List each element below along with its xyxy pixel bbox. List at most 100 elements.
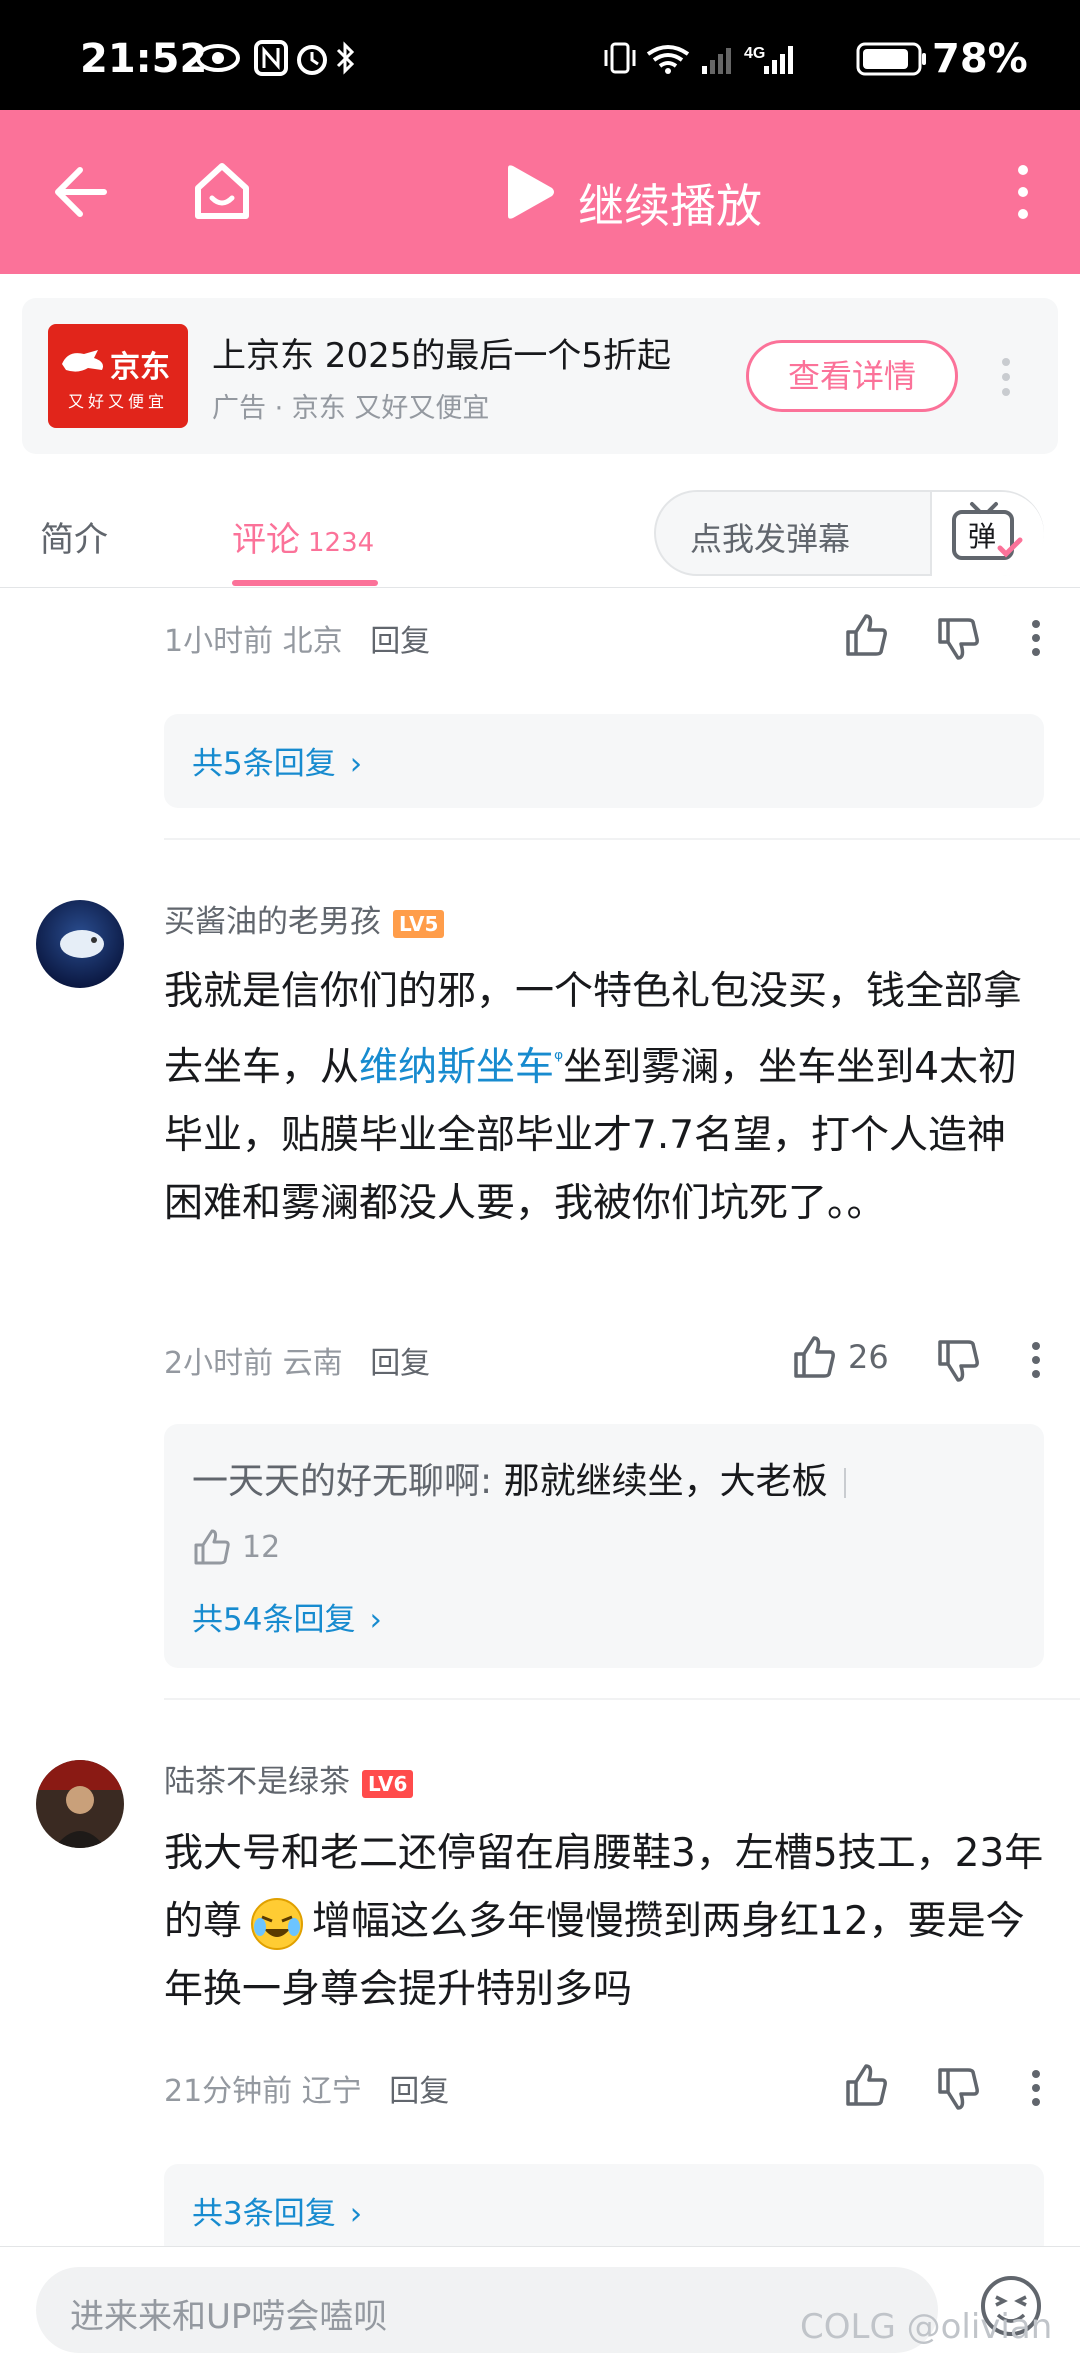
separator — [843, 1468, 846, 1498]
like-icon[interactable] — [842, 2062, 890, 2110]
comment-1-content: 我就是信你们的邪，一个特色礼包没买，钱全部拿去坐车，从维纳斯坐车ᵠ坐到雾澜，坐车… — [164, 958, 1044, 1238]
back-icon[interactable] — [52, 164, 108, 220]
chevron-right-icon: › — [369, 1602, 382, 1638]
ad-title: 上京东 2025的最后一个5折起 — [212, 336, 671, 376]
sub-reply[interactable]: 一天天的好无聊啊: 那就继续坐，大老板12 — [192, 1450, 892, 1580]
reply-box: 共5条回复 › — [164, 714, 1044, 808]
danmu-placeholder: 点我发弹幕 — [690, 520, 851, 558]
comment-more-icon[interactable] — [1028, 1340, 1044, 1380]
view-replies-link[interactable]: 共5条回复 › — [192, 738, 362, 783]
tab-comments-label: 评论 — [232, 520, 300, 560]
view-replies-link[interactable]: 共54条回复 › — [192, 1594, 382, 1639]
danmu-button-label: 弹 — [968, 520, 996, 553]
comment-0-meta: 1小时前 北京 回复 — [164, 616, 430, 660]
status-time: 21:52 — [80, 36, 208, 82]
reply-box: 共3条回复 › — [164, 2164, 1044, 2258]
level-badge: LV5 — [393, 909, 445, 938]
chevron-right-icon: › — [349, 746, 363, 782]
jd-logo-text: 京东 — [110, 350, 170, 385]
username[interactable]: 买酱油的老男孩 — [164, 904, 381, 940]
reply-link[interactable]: 回复 — [370, 624, 430, 659]
comment-time: 21分钟前 — [164, 2074, 293, 2109]
home-icon[interactable] — [190, 160, 254, 224]
tab-comments-count: 1234 — [308, 528, 375, 558]
status-right-icons: 4G — [604, 42, 793, 74]
dislike-icon[interactable] — [934, 2066, 982, 2114]
like-icon[interactable] — [192, 1527, 232, 1567]
comment-location: 北京 — [282, 624, 343, 659]
reply-link[interactable]: 回复 — [389, 2074, 449, 2109]
comment-1-user: 买酱油的老男孩 LV5 — [164, 896, 445, 941]
battery-percent: 78% — [932, 36, 1028, 82]
reply-box: 一天天的好无聊啊: 那就继续坐，大老板12 共54条回复 › — [164, 1424, 1044, 1668]
danmu-toggle-button[interactable]: 弹 — [930, 492, 1044, 576]
avatar[interactable] — [36, 1760, 124, 1848]
view-replies-label: 共5条回复 — [192, 746, 336, 782]
comment-2-user: 陆茶不是绿茶 LV6 — [164, 1756, 414, 1801]
comment-2-content: 我大号和老二还停留在肩腰鞋3，左槽5技工，23年的尊 增幅这么多年慢慢攒到两身红1… — [164, 1820, 1044, 2024]
sub-reply-likes: 12 — [242, 1530, 281, 1565]
tab-comments[interactable]: 评论 1234 — [232, 512, 374, 561]
comment-input-bar: 进来来和UP唠会嗑呗 COLG @olivian — [0, 2246, 1080, 2372]
comment-input-placeholder: 进来来和UP唠会嗑呗 — [70, 2297, 388, 2337]
wifi-icon — [646, 45, 690, 74]
view-replies-label: 共54条回复 — [192, 1602, 356, 1638]
view-replies-link[interactable]: 共3条回复 › — [192, 2188, 362, 2233]
comment-more-icon[interactable] — [1028, 618, 1044, 658]
danmu-input[interactable]: 点我发弹幕 弹 — [654, 490, 1044, 576]
watermark: COLG @olivian — [800, 2307, 1053, 2347]
more-icon[interactable] — [1008, 160, 1038, 224]
ad-banner[interactable]: 京东 又好又便宜 上京东 2025的最后一个5折起 广告 · 京东 又好又便宜 … — [22, 298, 1058, 454]
comment-time: 1小时前 — [164, 624, 274, 659]
avatar-image — [36, 1760, 124, 1848]
alarm-icon — [297, 45, 327, 75]
chevron-right-icon: › — [349, 2196, 363, 2232]
status-left-icons — [196, 40, 355, 76]
tab-intro[interactable]: 简介 — [40, 512, 108, 561]
avatar[interactable] — [36, 900, 124, 988]
play-icon[interactable] — [500, 162, 560, 222]
search-icon[interactable]: ᵠ — [554, 1047, 563, 1072]
jd-logo-slogan: 又好又便宜 — [67, 392, 168, 411]
signal-1-icon — [702, 48, 731, 74]
comment-1-meta: 2小时前 云南 回复 — [164, 1338, 430, 1382]
status-bar: 21:52 4G 78% — [0, 0, 1080, 110]
signal-2-icon — [764, 46, 793, 74]
comment-divider — [164, 1698, 1080, 1700]
like-icon[interactable] — [842, 612, 890, 660]
video-header: 继续播放 — [0, 110, 1080, 274]
reply-link[interactable]: 回复 — [370, 1346, 430, 1381]
battery-icon — [856, 42, 926, 76]
comment-location: 辽宁 — [301, 2074, 362, 2109]
comment-time: 2小时前 — [164, 1346, 274, 1381]
eye-icon — [196, 44, 240, 72]
ad-subtitle: 广告 · 京东 又好又便宜 — [212, 393, 490, 424]
continue-play-label[interactable]: 继续播放 — [578, 170, 762, 236]
vibrate-icon — [604, 42, 636, 74]
view-replies-label: 共3条回复 — [192, 2196, 336, 2232]
comment-location: 云南 — [282, 1346, 343, 1381]
tab-bar: 简介 评论 1234 点我发弹幕 弹 — [0, 476, 1080, 588]
nfc-icon — [254, 40, 288, 76]
keyword-link[interactable]: 维纳斯坐车 — [359, 1045, 554, 1090]
sub-reply-text: 那就继续坐，大老板 — [503, 1461, 828, 1502]
danmu-tv-icon: 弹 — [952, 502, 1023, 560]
dislike-icon[interactable] — [934, 616, 982, 664]
active-tab-indicator — [232, 580, 378, 586]
comment-divider — [164, 838, 1080, 840]
username[interactable]: 陆茶不是绿茶 — [164, 1764, 350, 1800]
like-icon[interactable] — [790, 1334, 838, 1382]
dislike-icon[interactable] — [934, 1338, 982, 1386]
sub-reply-user[interactable]: 一天天的好无聊啊 — [192, 1461, 480, 1502]
ad-more-icon[interactable] — [998, 356, 1014, 398]
comment-2-meta: 21分钟前 辽宁 回复 — [164, 2066, 449, 2110]
ad-details-button[interactable]: 查看详情 — [746, 340, 958, 412]
bluetooth-icon — [336, 41, 355, 75]
level-badge: LV6 — [362, 1769, 414, 1798]
jd-logo: 京东 又好又便宜 — [48, 324, 188, 428]
network-label: 4G — [744, 45, 765, 62]
avatar-image — [36, 900, 124, 988]
crying-laughing-emoji-icon — [251, 1897, 304, 1950]
comment-more-icon[interactable] — [1028, 2068, 1044, 2108]
jd-dog-icon — [62, 350, 103, 372]
